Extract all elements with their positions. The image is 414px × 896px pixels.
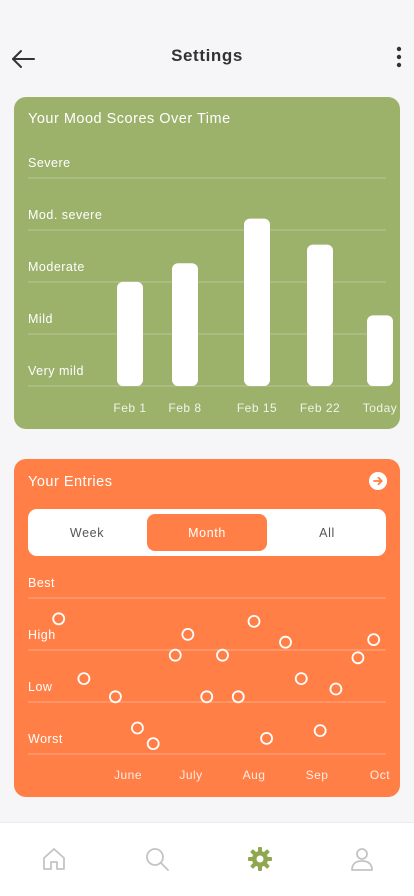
entry-point (109, 690, 122, 704)
entry-point (231, 690, 245, 704)
entry-point (247, 614, 261, 628)
person-icon[interactable] (348, 845, 376, 873)
entry-point (131, 721, 144, 735)
x-tick-label: Aug (243, 768, 266, 782)
search-icon[interactable] (143, 845, 171, 873)
bar (244, 218, 270, 386)
x-tick-label: Feb 8 (168, 401, 201, 415)
entries-scatter-chart: Worst Low High Best June July Aug Sep Oct (28, 576, 390, 782)
entry-point (52, 612, 66, 626)
entry-point (200, 690, 214, 704)
entry-point (294, 672, 308, 686)
bottom-navigation (0, 822, 414, 896)
x-tick-label: Feb 15 (237, 401, 277, 415)
bar (307, 244, 333, 386)
x-tick-label: Feb 22 (300, 401, 340, 415)
entry-point (313, 724, 327, 738)
y-level-label: Moderate (28, 260, 85, 274)
y-level-label: Mild (28, 312, 53, 326)
mood-bar-chart: Very mild Mild Moderate Mod. severe Severe Fe… (28, 156, 398, 415)
x-tick-label: Sep (306, 768, 329, 782)
entry-point (367, 633, 381, 647)
bar (172, 263, 198, 386)
x-tick-label: Oct (370, 768, 390, 782)
x-tick-label: June (114, 768, 142, 782)
y-level-label: Worst (28, 732, 63, 746)
x-tick-label: Today (363, 401, 398, 415)
entry-point (329, 682, 343, 696)
entry-point (146, 737, 160, 751)
x-tick-label: Feb 1 (113, 401, 146, 415)
entry-point (77, 672, 91, 686)
gear-icon[interactable] (246, 845, 274, 873)
y-level-label: Low (28, 680, 53, 694)
y-level-label: Very mild (28, 364, 84, 378)
y-level-label: Severe (28, 156, 71, 170)
entry-point (181, 627, 195, 641)
entries-card: Your Entries Week Month All Worst Low High… (14, 459, 400, 797)
y-level-label: High (28, 628, 56, 642)
home-icon[interactable] (40, 845, 68, 873)
entry-point (260, 731, 274, 745)
entry-point (351, 651, 365, 665)
y-level-label: Best (28, 576, 55, 590)
entry-point (279, 635, 292, 649)
mood-scores-card: Your Mood Scores Over Time Very mild Mild… (14, 97, 400, 429)
app-header: Settings (0, 0, 414, 100)
page-title: Settings (171, 46, 243, 65)
entry-point (216, 648, 229, 662)
bar (117, 281, 143, 386)
x-tick-label: July (179, 768, 202, 782)
entry-point (168, 648, 182, 662)
more-options-icon[interactable] (390, 44, 408, 72)
y-level-label: Mod. severe (28, 208, 102, 222)
bar (367, 315, 393, 386)
